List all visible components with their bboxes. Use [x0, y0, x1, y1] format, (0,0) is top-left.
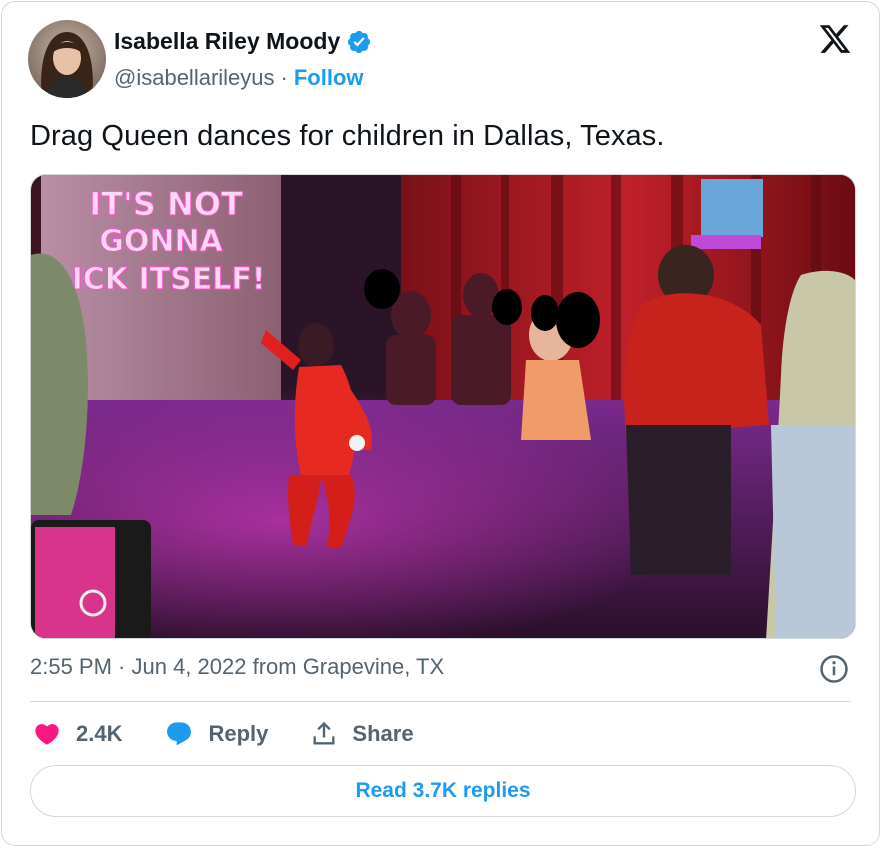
- divider: [30, 701, 851, 702]
- verified-badge-icon: [348, 30, 371, 53]
- handle-separator: ·: [280, 65, 288, 90]
- reply-bubble-icon: [167, 722, 192, 746]
- heart-icon: [35, 724, 59, 745]
- share-label: Share: [352, 721, 414, 746]
- author-name[interactable]: Isabella Riley Moody: [114, 28, 340, 55]
- follow-button[interactable]: Follow: [294, 65, 364, 91]
- reply-label: Reply: [208, 721, 269, 746]
- share-upload-icon: [313, 721, 335, 745]
- neon-sign-line-1: IT'S NOT: [89, 185, 243, 223]
- avatar[interactable]: [28, 20, 106, 98]
- info-icon[interactable]: [819, 654, 849, 684]
- author-handle-row: @isabellarileyus · Follow: [114, 65, 364, 91]
- x-logo-icon[interactable]: [817, 22, 853, 56]
- tweet-actions-bar: 2.4K Reply Share: [32, 716, 456, 752]
- tweet-embed-card: Isabella Riley Moody @isabellarileyus · …: [1, 1, 880, 846]
- tweet-timestamp[interactable]: 2:55 PM · Jun 4, 2022 from Grapevine, TX: [30, 654, 444, 680]
- author-name-row: Isabella Riley Moody: [114, 28, 372, 55]
- share-button[interactable]: Share: [310, 720, 414, 748]
- neon-sign-line-2: GONNA: [99, 224, 223, 259]
- like-button[interactable]: 2.4K: [32, 720, 122, 748]
- tweet-video-media[interactable]: IT'S NOT GONNA LICK ITSELF!: [30, 174, 856, 639]
- author-handle[interactable]: @isabellarileyus: [114, 65, 275, 91]
- read-replies-button[interactable]: Read 3.7K replies: [30, 765, 856, 817]
- video-frame-illustration: IT'S NOT GONNA LICK ITSELF!: [31, 175, 855, 638]
- tweet-text: Drag Queen dances for children in Dallas…: [30, 120, 665, 152]
- like-count: 2.4K: [76, 721, 123, 746]
- reply-button[interactable]: Reply: [164, 720, 268, 748]
- neon-sign-line-3: LICK ITSELF!: [52, 262, 265, 297]
